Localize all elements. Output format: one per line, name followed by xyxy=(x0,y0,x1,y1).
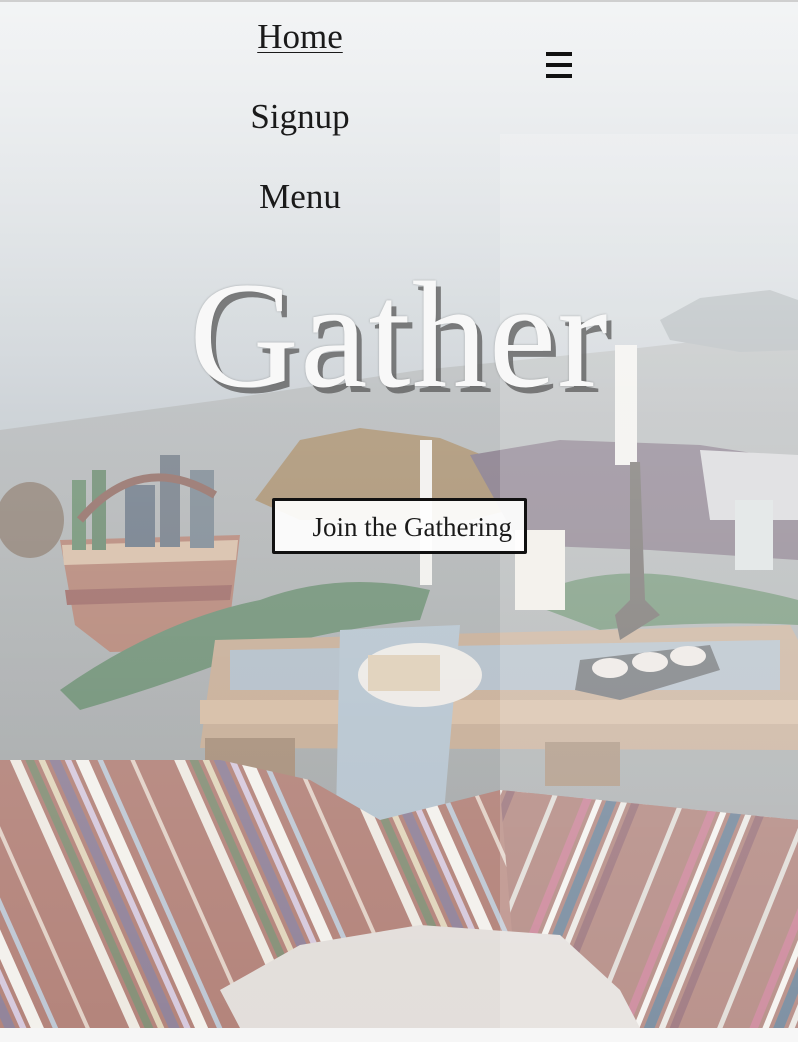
hamburger-bar xyxy=(546,74,572,78)
page: Home Signup Menu Gather Join the Gatheri… xyxy=(0,0,798,1042)
join-gathering-button[interactable]: Join the Gathering xyxy=(272,498,527,554)
top-border xyxy=(0,0,798,2)
hero-title: Gather xyxy=(189,251,609,419)
nav-link-signup[interactable]: Signup xyxy=(200,92,400,172)
hamburger-bar xyxy=(546,63,572,67)
nav-link-menu[interactable]: Menu xyxy=(200,172,400,252)
main-nav: Home Signup Menu xyxy=(200,12,400,252)
nav-link-home[interactable]: Home xyxy=(200,12,400,92)
hamburger-menu-icon[interactable] xyxy=(546,50,573,82)
hamburger-bar xyxy=(546,52,572,56)
